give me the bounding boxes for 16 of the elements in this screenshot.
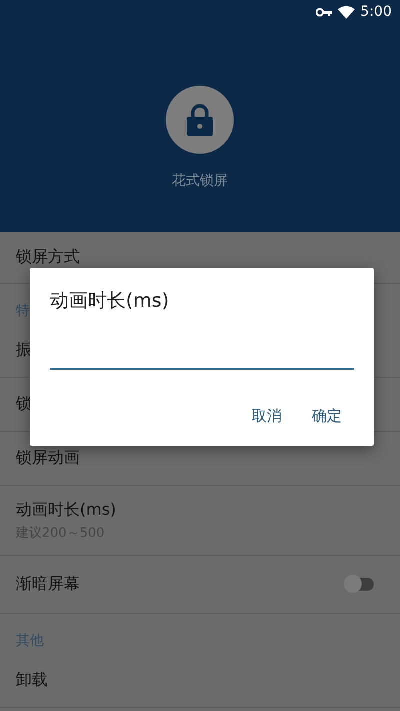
row-title: 卸载 (16, 670, 48, 691)
key-icon (316, 8, 332, 16)
settings-row[interactable]: 卸载 (0, 654, 400, 708)
row-title: 锁屏动画 (16, 448, 80, 469)
row-title: 渐暗屏幕 (16, 574, 80, 595)
row-title: 锁屏方式 (16, 247, 80, 268)
settings-row[interactable]: 渐暗屏幕 (0, 556, 400, 614)
lock-icon (185, 103, 215, 137)
row-title: 振 (16, 340, 32, 361)
section-title: 特 (16, 302, 30, 320)
dialog-title: 动画时长(ms) (50, 289, 170, 314)
status-time: 5:00 (360, 4, 392, 20)
section-title: 其他 (16, 632, 44, 650)
row-title: 动画时长(ms) (16, 500, 116, 520)
app-title: 花式锁屏 (172, 172, 228, 190)
wifi-icon (338, 6, 355, 18)
